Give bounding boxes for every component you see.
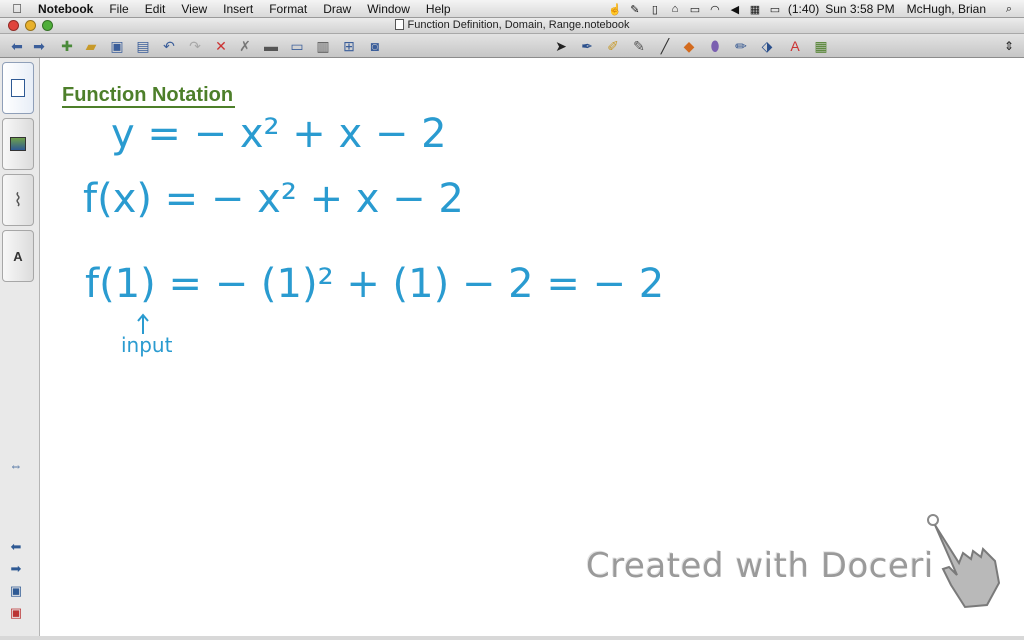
window-titlebar: Function Definition, Domain, Range.noteb…	[0, 18, 1024, 34]
pin-icon[interactable]: ✎	[628, 3, 642, 16]
delete-icon[interactable]: ✕	[212, 37, 230, 55]
side-tabs: ⌇ A ⇔ ⬅ ➡ ▣ ▣	[0, 58, 40, 640]
add-page-side-icon[interactable]: ▣	[8, 583, 24, 598]
equation-line-2[interactable]: f(x) = − x² + x − 2	[83, 176, 464, 222]
menu-format[interactable]: Format	[261, 2, 315, 16]
save-icon[interactable]: ▣	[108, 37, 126, 55]
tab-gallery[interactable]	[2, 118, 34, 170]
gallery-icon	[10, 137, 26, 151]
menu-bar:  Notebook File Edit View Insert Format …	[0, 0, 1024, 18]
forward-arrow-icon[interactable]: ➡	[30, 37, 48, 55]
page-sorter-icon	[11, 79, 25, 97]
input-arrow-icon[interactable]	[137, 313, 149, 335]
input-annotation[interactable]: input	[121, 333, 172, 357]
text-icon[interactable]: A	[786, 37, 804, 55]
tab-attachments[interactable]: ⌇	[2, 174, 34, 226]
window-title: Function Definition, Domain, Range.noteb…	[0, 19, 1024, 31]
menu-app-name[interactable]: Notebook	[34, 2, 101, 16]
properties-icon[interactable]: ▦	[812, 37, 830, 55]
battery-time[interactable]: (1:40)	[788, 2, 819, 16]
shapes-icon[interactable]: ◆	[680, 37, 698, 55]
hand-pointer-icon[interactable]: ☝	[608, 3, 622, 16]
back-arrow-icon[interactable]: ⬅	[8, 37, 26, 55]
eraser-icon[interactable]: ⬮	[706, 37, 724, 55]
paperclip-icon: ⌇	[13, 189, 23, 210]
document-icon	[394, 19, 404, 30]
add-page-icon[interactable]: ✚	[58, 37, 76, 55]
undo-icon[interactable]: ↶	[160, 37, 178, 55]
menu-file[interactable]: File	[101, 2, 136, 16]
spotlight-icon[interactable]: ⌕	[1002, 3, 1016, 15]
user-name[interactable]: McHugh, Brian	[907, 2, 986, 16]
full-screen-icon[interactable]: ▭	[288, 37, 306, 55]
home-icon[interactable]: ⌂	[668, 3, 682, 15]
redo-icon[interactable]: ↷	[186, 37, 204, 55]
notebook-canvas[interactable]: Function Notation y = − x² + x − 2 f(x) …	[41, 58, 1024, 640]
toolbar: ⬅ ➡ ✚ ▰ ▣ ▤ ↶ ↷ ✕ ✗ ▬ ▭ ▥ ⊞ ◙ ➤ ✒ ✐ ✎ ╱ …	[0, 34, 1024, 58]
document-camera-icon[interactable]: ◙	[366, 37, 384, 55]
menu-edit[interactable]: Edit	[137, 2, 174, 16]
magic-pen-icon[interactable]: ✏	[732, 37, 750, 55]
capture-icon[interactable]: ⊞	[340, 37, 358, 55]
open-folder-icon[interactable]: ▰	[82, 37, 100, 55]
next-page-icon[interactable]: ➡	[8, 561, 24, 576]
apple-icon[interactable]: 	[0, 1, 34, 16]
expand-sidebar-icon[interactable]: ⇔	[8, 458, 24, 473]
menu-window[interactable]: Window	[359, 2, 418, 16]
display-icon[interactable]: ▭	[688, 3, 702, 16]
dual-page-icon[interactable]: ▥	[314, 37, 332, 55]
properties-tab-icon: A	[13, 248, 23, 264]
tab-properties[interactable]: A	[2, 230, 34, 282]
select-arrow-icon[interactable]: ➤	[552, 37, 570, 55]
clock[interactable]: Sun 3:58 PM	[825, 2, 894, 16]
previous-page-icon[interactable]: ⬅	[8, 539, 24, 554]
toolbar-move-icon[interactable]: ⇕	[1000, 37, 1018, 55]
doceri-watermark: Created with Doceri	[586, 546, 934, 586]
menu-view[interactable]: View	[173, 2, 215, 16]
clear-page-icon[interactable]: ✗	[236, 37, 254, 55]
highlighter-icon[interactable]: ✎	[630, 37, 648, 55]
battery-icon[interactable]: ▭	[768, 3, 782, 16]
doceri-hand-icon	[927, 514, 1001, 609]
menu-draw[interactable]: Draw	[315, 2, 359, 16]
menu-insert[interactable]: Insert	[215, 2, 261, 16]
equation-line-3[interactable]: f(1) = − (1)² + (1) − 2 = − 2	[85, 261, 664, 307]
notepad-icon[interactable]: ▯	[648, 3, 662, 16]
calendar-icon[interactable]: ▦	[748, 3, 762, 16]
tab-page-sorter[interactable]	[2, 62, 34, 114]
wifi-icon[interactable]: ◠	[708, 3, 722, 16]
menu-help[interactable]: Help	[418, 2, 459, 16]
screen-shade-icon[interactable]: ▬	[262, 37, 280, 55]
volume-icon[interactable]: ◀	[728, 3, 742, 16]
paste-icon[interactable]: ▤	[134, 37, 152, 55]
pen-icon[interactable]: ✒	[578, 37, 596, 55]
line-icon[interactable]: ╱	[656, 37, 674, 55]
creative-pen-icon[interactable]: ✐	[604, 37, 622, 55]
fill-icon[interactable]: ⬗	[758, 37, 776, 55]
status-area: ☝ ✎ ▯ ⌂ ▭ ◠ ◀ ▦ ▭ (1:40) Sun 3:58 PM McH…	[608, 0, 1024, 18]
page-title[interactable]: Function Notation	[62, 84, 236, 108]
bottom-edge	[0, 636, 1024, 640]
equation-line-1[interactable]: y = − x² + x − 2	[111, 111, 447, 157]
delete-page-icon[interactable]: ▣	[8, 605, 24, 620]
